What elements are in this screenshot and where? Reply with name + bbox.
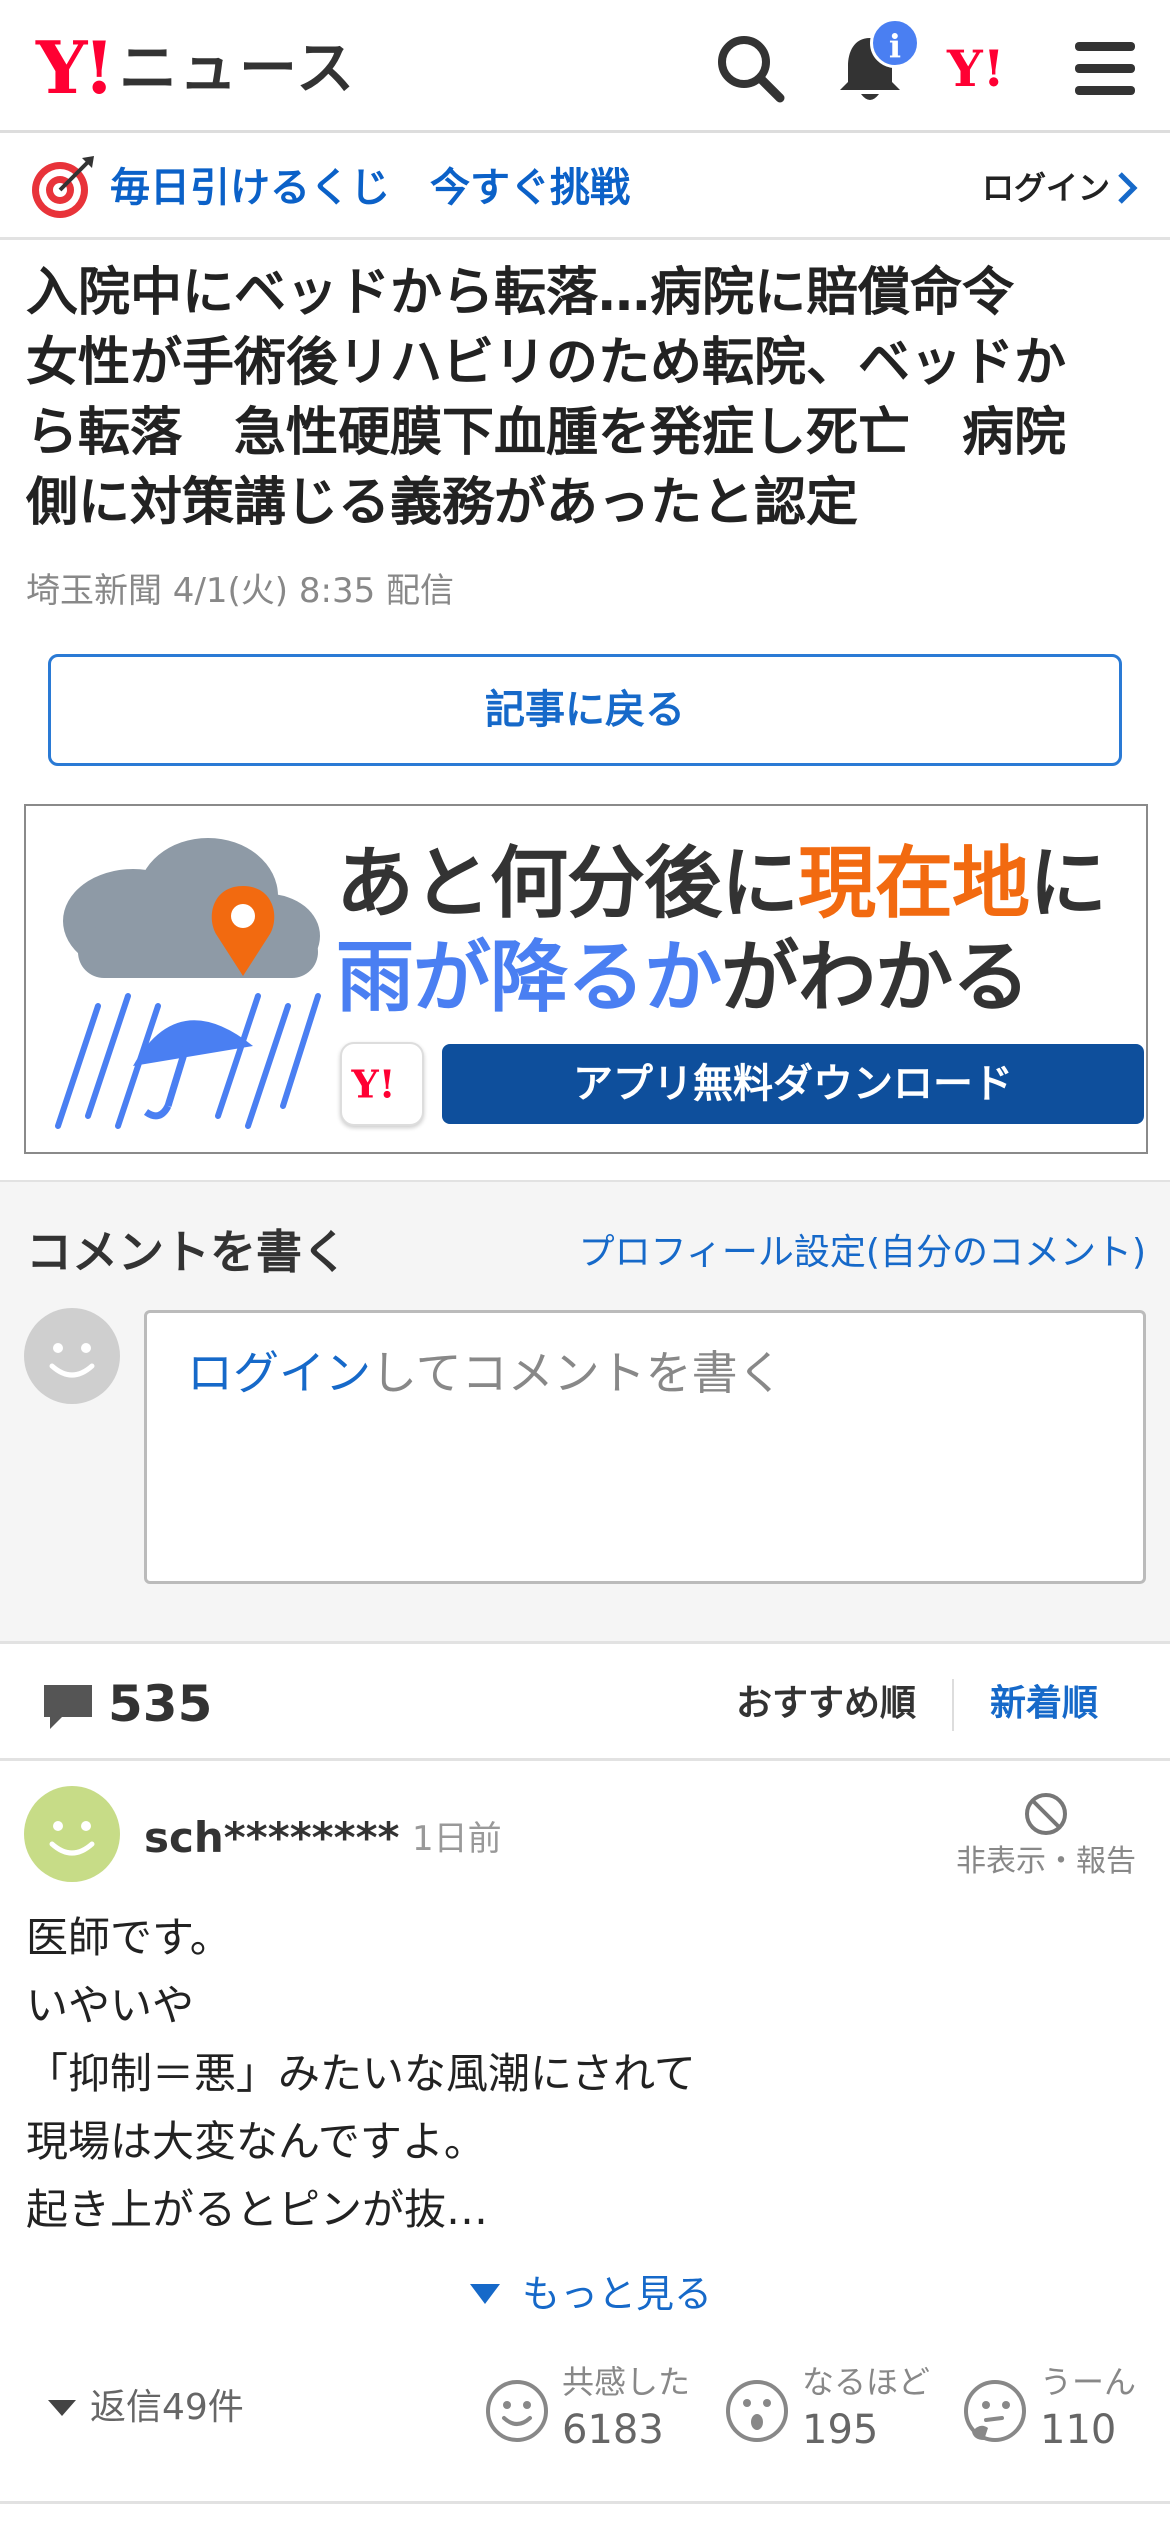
- avatar: [24, 1786, 120, 1882]
- login-label: ログイン: [981, 169, 1110, 207]
- title-line: 女性が手術後リハビリのため転院、ベッドか: [26, 333, 1067, 393]
- notification-badge[interactable]: i: [870, 18, 920, 68]
- comment-item: sch******** 1日前 非表示・報告 医師です。 いやいや 「抑制＝悪」…: [0, 1764, 1170, 2504]
- ad-headline-line2: 雨が降るかがわかる: [336, 932, 1030, 1024]
- search-icon[interactable]: [710, 28, 790, 108]
- sort-recommended-tab[interactable]: おすすめ順: [736, 1647, 916, 1761]
- title-line: ら転落 急性硬膜下血腫を発症し死亡 病院: [26, 403, 1067, 463]
- ad-text-highlight: 雨が降るか: [336, 933, 722, 1023]
- lottery-banner[interactable]: 毎日引けるくじ 今すぐ挑戦 ログイン: [0, 136, 1170, 240]
- rain-umbrella-illustration: [55, 838, 321, 1129]
- profile-settings-link[interactable]: プロフィール設定(自分のコメント): [579, 1228, 1146, 1278]
- ban-icon: [1025, 1793, 1067, 1835]
- reaction-count: 110: [1040, 2407, 1117, 2453]
- comment-line: 医師です。: [26, 1913, 232, 1962]
- yahoo-japan-icon[interactable]: Y!: [945, 28, 1025, 108]
- app-download-button[interactable]: アプリ無料ダウンロード: [442, 1044, 1144, 1124]
- surprised-icon: [726, 2380, 788, 2442]
- ad-headline-line1: あと何分後に現在地に: [336, 838, 1107, 930]
- ad-text: に: [1029, 839, 1107, 929]
- title-line: 側に対策講じる義務があったと認定: [26, 473, 859, 533]
- reaction-label: 共感した: [562, 2363, 691, 2401]
- replies-toggle[interactable]: 返信49件: [48, 2378, 244, 2438]
- article-meta: 埼玉新聞 4/1(火) 8:35 配信: [26, 571, 455, 611]
- comment-write-title: コメントを書く: [26, 1225, 348, 1279]
- placeholder-text: してコメントを書く: [371, 1346, 784, 1400]
- comment-line: 「抑制＝悪」みたいな風潮にされて: [26, 2049, 696, 2098]
- logo-mark: Y!: [36, 25, 115, 110]
- show-more-button[interactable]: もっと見る: [470, 2264, 712, 2324]
- back-to-article-button[interactable]: 記事に戻る: [48, 654, 1122, 766]
- login-inline-link[interactable]: ログイン: [187, 1346, 371, 1400]
- comment-input-box[interactable]: ログインしてコメントを書く: [144, 1310, 1146, 1584]
- comment-user-name[interactable]: sch********: [144, 1810, 400, 1866]
- reaction-label: なるほど: [802, 2363, 931, 2401]
- weather-app-ad[interactable]: あと何分後に現在地に 雨が降るかがわかる Y! アプリ無料ダウンロード: [24, 804, 1148, 1154]
- comment-write-section: コメントを書く プロフィール設定(自分のコメント) ログインしてコメントを書く: [0, 1180, 1170, 1644]
- reaction-label: うーん: [1040, 2363, 1137, 2401]
- ad-text-highlight: 現在地: [798, 839, 1030, 929]
- ad-text: がわかる: [721, 933, 1030, 1023]
- reaction-count: 6183: [562, 2407, 664, 2453]
- comment-time: 1日前: [412, 1819, 502, 1859]
- comment-count: 535: [108, 1675, 213, 1733]
- reaction-count: 195: [802, 2407, 879, 2453]
- svg-text:Y!: Y!: [351, 1061, 396, 1106]
- sort-new-tab[interactable]: 新着順: [990, 1647, 1098, 1761]
- article-title: 入院中にベッドから転落…病院に賠償命令 女性が手術後リハビリのため転院、ベッドか…: [26, 258, 1146, 538]
- comment-line: いやいや: [26, 1981, 195, 2030]
- comment-stats-bar: 535 おすすめ順 新着順: [0, 1647, 1170, 1761]
- ad-text: あと何分後に: [336, 839, 799, 929]
- lottery-text[interactable]: 毎日引けるくじ 今すぐ挑戦: [110, 136, 630, 240]
- login-link[interactable]: ログイン: [982, 136, 1140, 240]
- target-icon: [32, 156, 94, 218]
- smile-icon: [486, 2380, 548, 2442]
- hide-report-button[interactable]: 非表示・報告: [946, 1790, 1146, 1882]
- comment-bubble-icon: [44, 1685, 92, 1729]
- app-header: Y! ニュース i Y!: [0, 0, 1170, 133]
- show-more-label: もっと見る: [522, 2272, 713, 2316]
- divider: [952, 1679, 954, 1731]
- comment-line: 起き上がるとピンが抜…: [26, 2185, 489, 2234]
- comment-placeholder: ログインしてコメントを書く: [187, 1343, 784, 1403]
- logo-text: ニュース: [119, 34, 357, 102]
- replies-label: 返信49件: [90, 2387, 244, 2428]
- chevron-right-icon: [1118, 172, 1138, 204]
- triangle-down-icon: [48, 2400, 76, 2416]
- yahoo-japan-app-icon: Y!: [340, 1042, 424, 1126]
- comment-body: 医師です。 いやいや 「抑制＝悪」みたいな風潮にされて 現場は大変なんですよ。 …: [26, 1904, 1126, 2244]
- yahoo-news-logo[interactable]: Y! ニュース: [36, 28, 356, 108]
- thinking-icon: [964, 2380, 1026, 2442]
- svg-text:Y!: Y!: [946, 39, 1005, 98]
- comment-line: 現場は大変なんですよ。: [26, 2117, 486, 2166]
- menu-icon[interactable]: [1065, 28, 1145, 108]
- avatar: [24, 1308, 120, 1404]
- hide-report-label: 非表示・報告: [956, 1844, 1136, 1879]
- title-line: 入院中にベッドから転落…病院に賠償命令: [26, 263, 1015, 323]
- triangle-down-icon: [470, 2284, 500, 2304]
